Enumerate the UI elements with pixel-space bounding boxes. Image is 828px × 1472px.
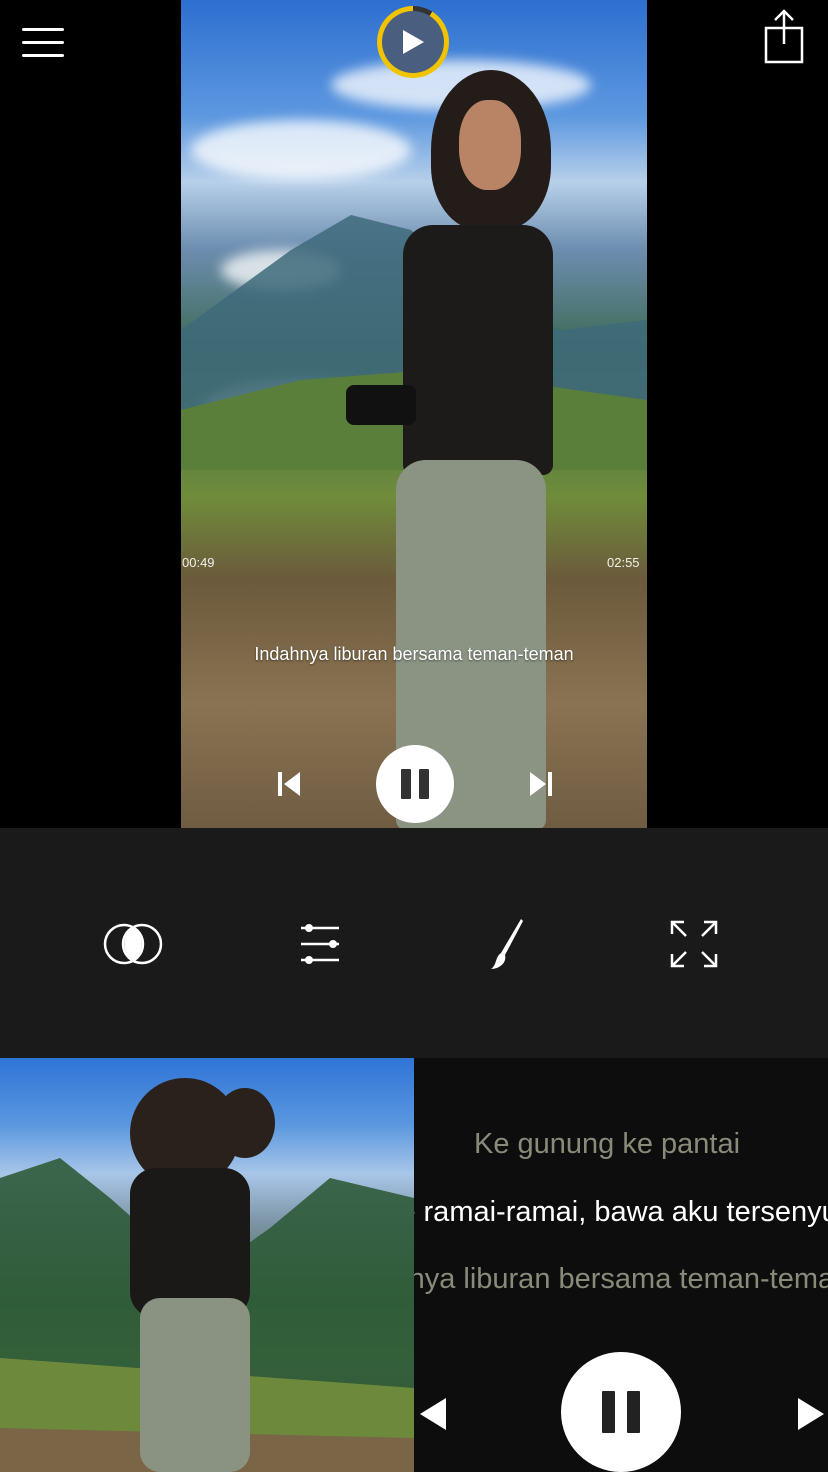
pause-icon: [401, 769, 411, 799]
time-elapsed: 00:49: [182, 555, 215, 570]
menu-icon[interactable]: [22, 26, 64, 60]
lyric-current: Ke ramai-ramai, bawa aku tersenyum: [414, 1196, 828, 1228]
time-total: 02:55: [607, 555, 640, 570]
photo-thumbnail[interactable]: [0, 1058, 414, 1472]
previous-icon[interactable]: [272, 766, 308, 802]
video-player-area: 00:49 02:55 Indahnya liburan bersama tem…: [0, 0, 828, 828]
lyric-previous: Ke gunung ke pantai: [474, 1128, 741, 1160]
play-icon: [403, 30, 424, 54]
adjust-icon[interactable]: [288, 916, 352, 972]
share-icon[interactable]: [764, 8, 804, 64]
lyrics-panel: Ke gunung ke pantai Ke ramai-ramai, bawa…: [414, 1058, 828, 1472]
editing-toolbar: [0, 828, 828, 1058]
pause-icon: [602, 1391, 615, 1433]
preview-play-button[interactable]: [377, 6, 449, 78]
lyrics-pause-button[interactable]: [561, 1352, 681, 1472]
pause-button[interactable]: [376, 745, 454, 823]
next-icon[interactable]: [794, 1396, 828, 1432]
fullscreen-icon[interactable]: [662, 916, 726, 972]
next-icon[interactable]: [522, 766, 558, 802]
brush-icon[interactable]: [475, 916, 539, 972]
blend-icon[interactable]: [101, 916, 165, 972]
lyric-next: Indahnya liburan bersama teman-teman: [414, 1263, 828, 1295]
video-preview[interactable]: [181, 0, 647, 828]
previous-icon[interactable]: [416, 1396, 450, 1432]
video-caption: Indahnya liburan bersama teman-teman: [254, 644, 574, 664]
